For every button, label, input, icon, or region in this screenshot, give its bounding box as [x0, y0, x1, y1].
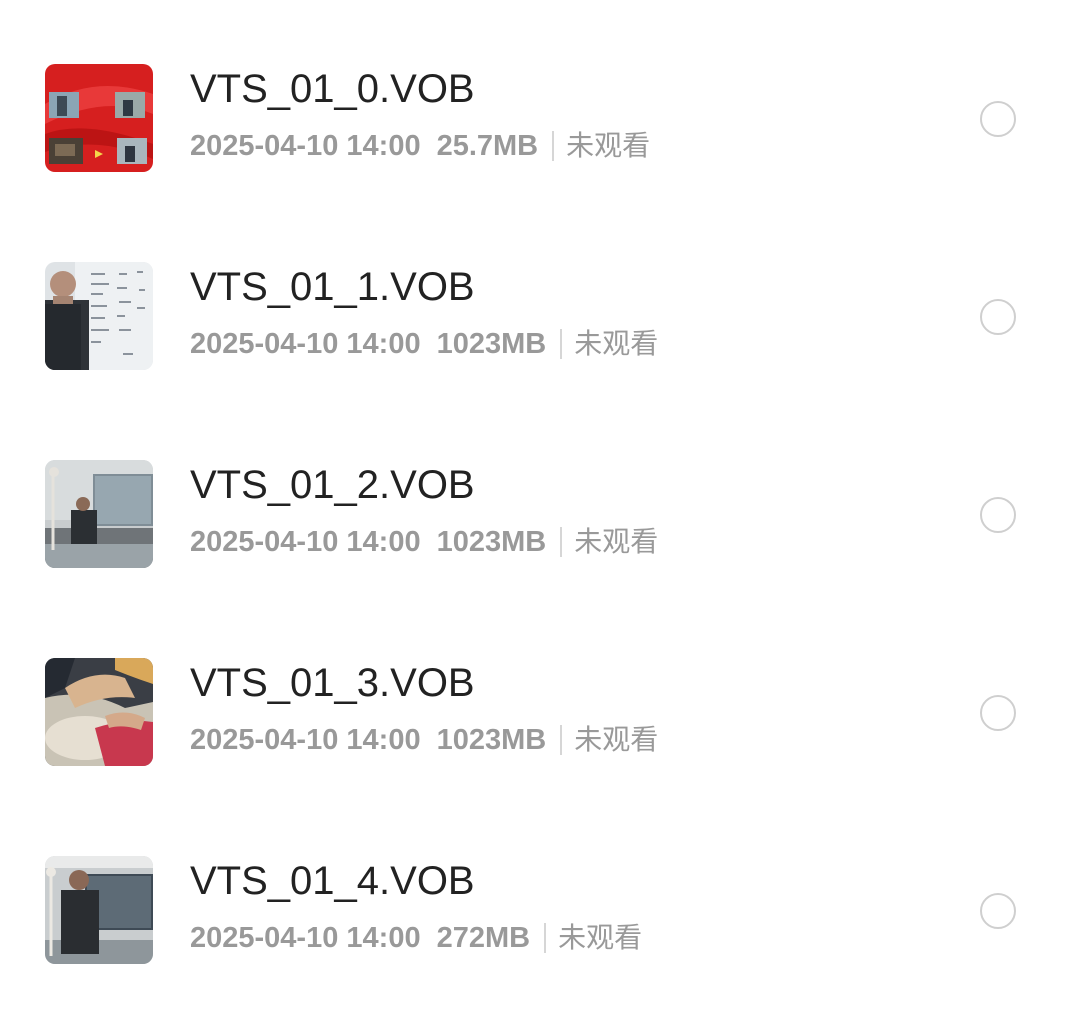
list-item[interactable]: VTS_01_0.VOB 2025-04-10 14:00 25.7MB 未观看 [0, 0, 1080, 198]
select-radio[interactable] [980, 893, 1016, 929]
video-file-list: VTS_01_0.VOB 2025-04-10 14:00 25.7MB 未观看 [0, 0, 1080, 1029]
file-name: VTS_01_3.VOB [190, 661, 475, 705]
file-date: 2025-04-10 14:00 [190, 922, 421, 954]
file-size: 25.7MB [436, 130, 539, 162]
file-meta: 2025-04-10 14:00 1023MB 未观看 [190, 720, 658, 760]
watch-status: 未观看 [574, 525, 659, 558]
video-thumbnail [45, 658, 153, 766]
list-item[interactable]: VTS_01_1.VOB 2025-04-10 14:00 1023MB 未观看 [0, 198, 1080, 396]
video-thumbnail [45, 460, 153, 568]
list-item[interactable]: VTS_01_2.VOB 2025-04-10 14:00 1023MB 未观看 [0, 396, 1080, 594]
video-thumbnail [45, 64, 153, 172]
file-name: VTS_01_4.VOB [190, 859, 475, 903]
file-name: VTS_01_1.VOB [190, 265, 475, 309]
file-date: 2025-04-10 14:00 [190, 328, 421, 360]
select-radio[interactable] [980, 101, 1016, 137]
file-date: 2025-04-10 14:00 [190, 130, 421, 162]
file-size: 1023MB [436, 526, 547, 558]
meta-divider [560, 527, 563, 557]
list-item[interactable]: VTS_01_3.VOB 2025-04-10 14:00 1023MB 未观看 [0, 594, 1080, 792]
select-radio[interactable] [980, 299, 1016, 335]
file-name: VTS_01_0.VOB [190, 67, 475, 111]
watch-status: 未观看 [574, 327, 659, 360]
watch-status: 未观看 [574, 723, 659, 756]
file-size: 1023MB [436, 724, 547, 756]
watch-status: 未观看 [558, 921, 643, 954]
meta-divider [560, 329, 563, 359]
meta-divider [552, 131, 555, 161]
select-radio[interactable] [980, 695, 1016, 731]
list-item[interactable]: VTS_01_4.VOB 2025-04-10 14:00 272MB 未观看 [0, 792, 1080, 990]
file-name: VTS_01_2.VOB [190, 463, 475, 507]
file-size: 1023MB [436, 328, 547, 360]
video-thumbnail [45, 262, 153, 370]
video-thumbnail [45, 856, 153, 964]
file-date: 2025-04-10 14:00 [190, 724, 421, 756]
watch-status: 未观看 [566, 129, 651, 162]
meta-divider [560, 725, 563, 755]
file-meta: 2025-04-10 14:00 25.7MB 未观看 [190, 126, 650, 166]
file-size: 272MB [436, 922, 531, 954]
file-meta: 2025-04-10 14:00 272MB 未观看 [190, 918, 642, 958]
file-meta: 2025-04-10 14:00 1023MB 未观看 [190, 324, 658, 364]
file-date: 2025-04-10 14:00 [190, 526, 421, 558]
file-meta: 2025-04-10 14:00 1023MB 未观看 [190, 522, 658, 562]
meta-divider [544, 923, 547, 953]
select-radio[interactable] [980, 497, 1016, 533]
